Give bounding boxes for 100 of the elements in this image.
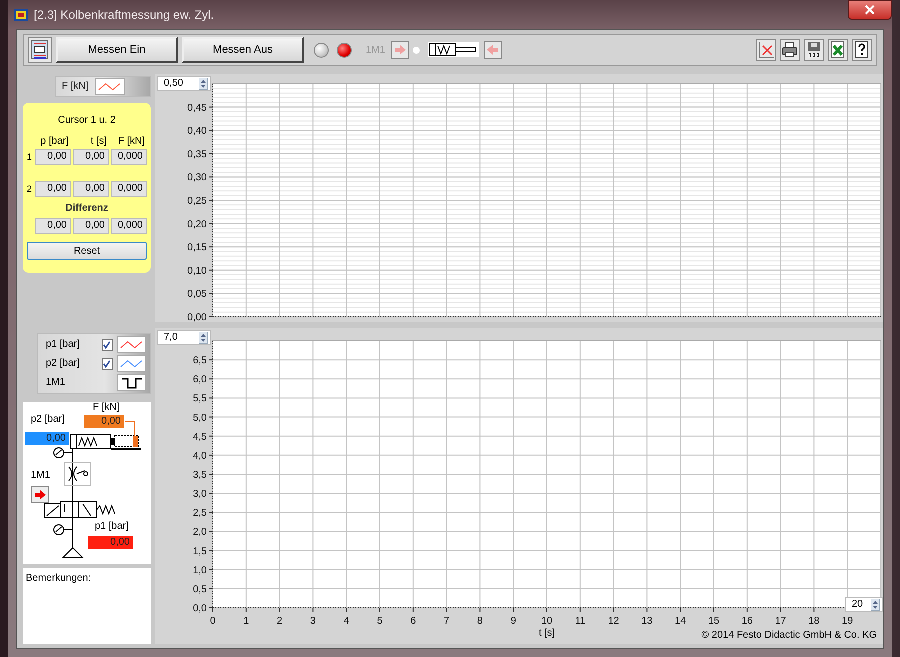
right-arrow-icon: [394, 45, 406, 55]
tick-label: 0,30: [188, 172, 207, 184]
line-style-swatch[interactable]: [117, 355, 146, 372]
logo-button[interactable]: [28, 37, 52, 63]
value-field: 0,00: [73, 149, 109, 165]
scale-max-field[interactable]: 0,50: [157, 76, 211, 91]
left-arrow-icon: [487, 45, 500, 55]
window-title: [2.3] Kolbenkraftmessung ew. Zyl.: [34, 8, 214, 22]
arrow-button[interactable]: [484, 41, 502, 59]
help-icon: [854, 41, 870, 59]
line-style-swatch[interactable]: [94, 78, 125, 95]
close-button[interactable]: [848, 0, 892, 20]
tick-label: 8: [477, 616, 483, 627]
valve-label: 1M1: [31, 470, 50, 481]
legend-label: p2 [bar]: [45, 358, 81, 369]
spinner-icon[interactable]: [199, 78, 208, 90]
valve-toggle-button[interactable]: [31, 486, 49, 503]
tick-label: 0,45: [188, 102, 207, 114]
tick-label: 1,0: [193, 565, 207, 576]
help-button[interactable]: [852, 39, 872, 61]
pressure-value-field: 0,00: [25, 432, 69, 445]
tick-label: 9: [510, 616, 516, 627]
clear-chart-button[interactable]: [756, 39, 776, 61]
tick-label: 2,0: [193, 527, 207, 538]
tick-label: 15: [708, 616, 720, 627]
tick-label: 0,0: [193, 604, 207, 614]
arrow-button[interactable]: [391, 41, 410, 59]
printer-icon: [782, 42, 798, 58]
remarks-field[interactable]: Bemerkungen:: [23, 568, 151, 644]
spinner-icon[interactable]: [199, 332, 208, 344]
legend-label: p1 [bar]: [45, 339, 81, 350]
measure-button[interactable]: Messen Aus: [182, 37, 304, 63]
value-field: 0,000: [111, 218, 147, 234]
pressure-label: p1 [bar]: [95, 521, 129, 532]
tick-label: 0,40: [188, 126, 207, 138]
tick-label: 4: [344, 616, 350, 627]
scale-max-field[interactable]: 20: [845, 597, 883, 612]
tick-label: 4,0: [193, 450, 207, 462]
force-label: F [kN]: [93, 402, 120, 413]
floppy-disk-icon: [806, 41, 822, 59]
tick-label: 16: [742, 616, 753, 627]
panel-title: Cursor 1 u. 2: [57, 115, 117, 126]
pressure-label: p2 [bar]: [31, 414, 65, 425]
legend-label: F [kN]: [62, 81, 89, 92]
column-header: t [s]: [90, 136, 108, 147]
tick-label: 5,0: [193, 412, 207, 424]
tick-label: 12: [608, 616, 620, 627]
tick-label: 1,5: [193, 546, 207, 558]
tick-label: 2,5: [193, 508, 207, 520]
value-field: 0,00: [73, 218, 109, 234]
tick-label: 6,5: [193, 356, 207, 367]
valve-label: 1M1: [366, 44, 386, 56]
tick-label: 17: [775, 616, 786, 627]
cylinder-icon: [428, 42, 480, 58]
pressure-value-field: 0,00: [88, 536, 133, 549]
row-number: 2: [27, 184, 33, 194]
tick-label: 4,5: [193, 432, 207, 443]
tick-label: 0: [210, 616, 216, 627]
tick-label: 2: [277, 616, 283, 627]
checkbox[interactable]: [102, 338, 114, 350]
tick-label: 0,35: [188, 149, 207, 160]
tick-label: 18: [808, 616, 820, 627]
save-jpg-button[interactable]: [804, 39, 824, 61]
column-header: p [bar]: [40, 136, 70, 147]
tick-label: 13: [642, 616, 653, 627]
remarks-label: Bemerkungen:: [26, 573, 92, 584]
copyright-text: © 2014 Festo Didactic GmbH & Co. KG: [702, 630, 877, 641]
tick-label: 11: [575, 616, 586, 627]
value-field: 0,000: [111, 149, 147, 165]
tick-label: 19: [842, 616, 854, 627]
tick-label: 0,00: [188, 312, 207, 322]
tick-label: 3: [310, 616, 316, 627]
spreadsheet-icon: [830, 41, 846, 59]
pulse-icon: [120, 376, 143, 388]
tick-label: 0,05: [188, 289, 207, 300]
tick-label: 0,15: [188, 242, 207, 254]
print-button[interactable]: [780, 39, 800, 61]
axis-label: t [s]: [538, 628, 556, 639]
tick-label: 10: [541, 616, 553, 627]
value-field: 0,00: [35, 149, 71, 165]
reset-button[interactable]: Reset: [27, 242, 147, 260]
scale-max-field[interactable]: 7,0: [157, 330, 211, 345]
excel-export-button[interactable]: [828, 39, 848, 61]
tick-label: 5,5: [193, 394, 207, 405]
tick-label: 3,0: [193, 489, 207, 500]
tick-label: 6,0: [193, 374, 207, 386]
panel-title: Differenz: [64, 203, 110, 214]
axes-cross-icon: [758, 41, 774, 59]
row-number: 1: [27, 152, 33, 162]
tick-label: 0,25: [188, 196, 207, 207]
value-field: 0,00: [35, 181, 71, 197]
line-style-swatch[interactable]: [117, 374, 146, 391]
measure-button[interactable]: Messen Ein: [56, 37, 178, 63]
line-style-swatch[interactable]: [117, 336, 146, 353]
tick-label: 14: [675, 616, 686, 627]
spinner-icon[interactable]: [871, 598, 880, 610]
checkbox[interactable]: [102, 358, 114, 370]
tick-label: 0,5: [193, 584, 207, 596]
value-field: 0,00: [73, 181, 109, 197]
tick-label: 0,20: [188, 219, 207, 230]
